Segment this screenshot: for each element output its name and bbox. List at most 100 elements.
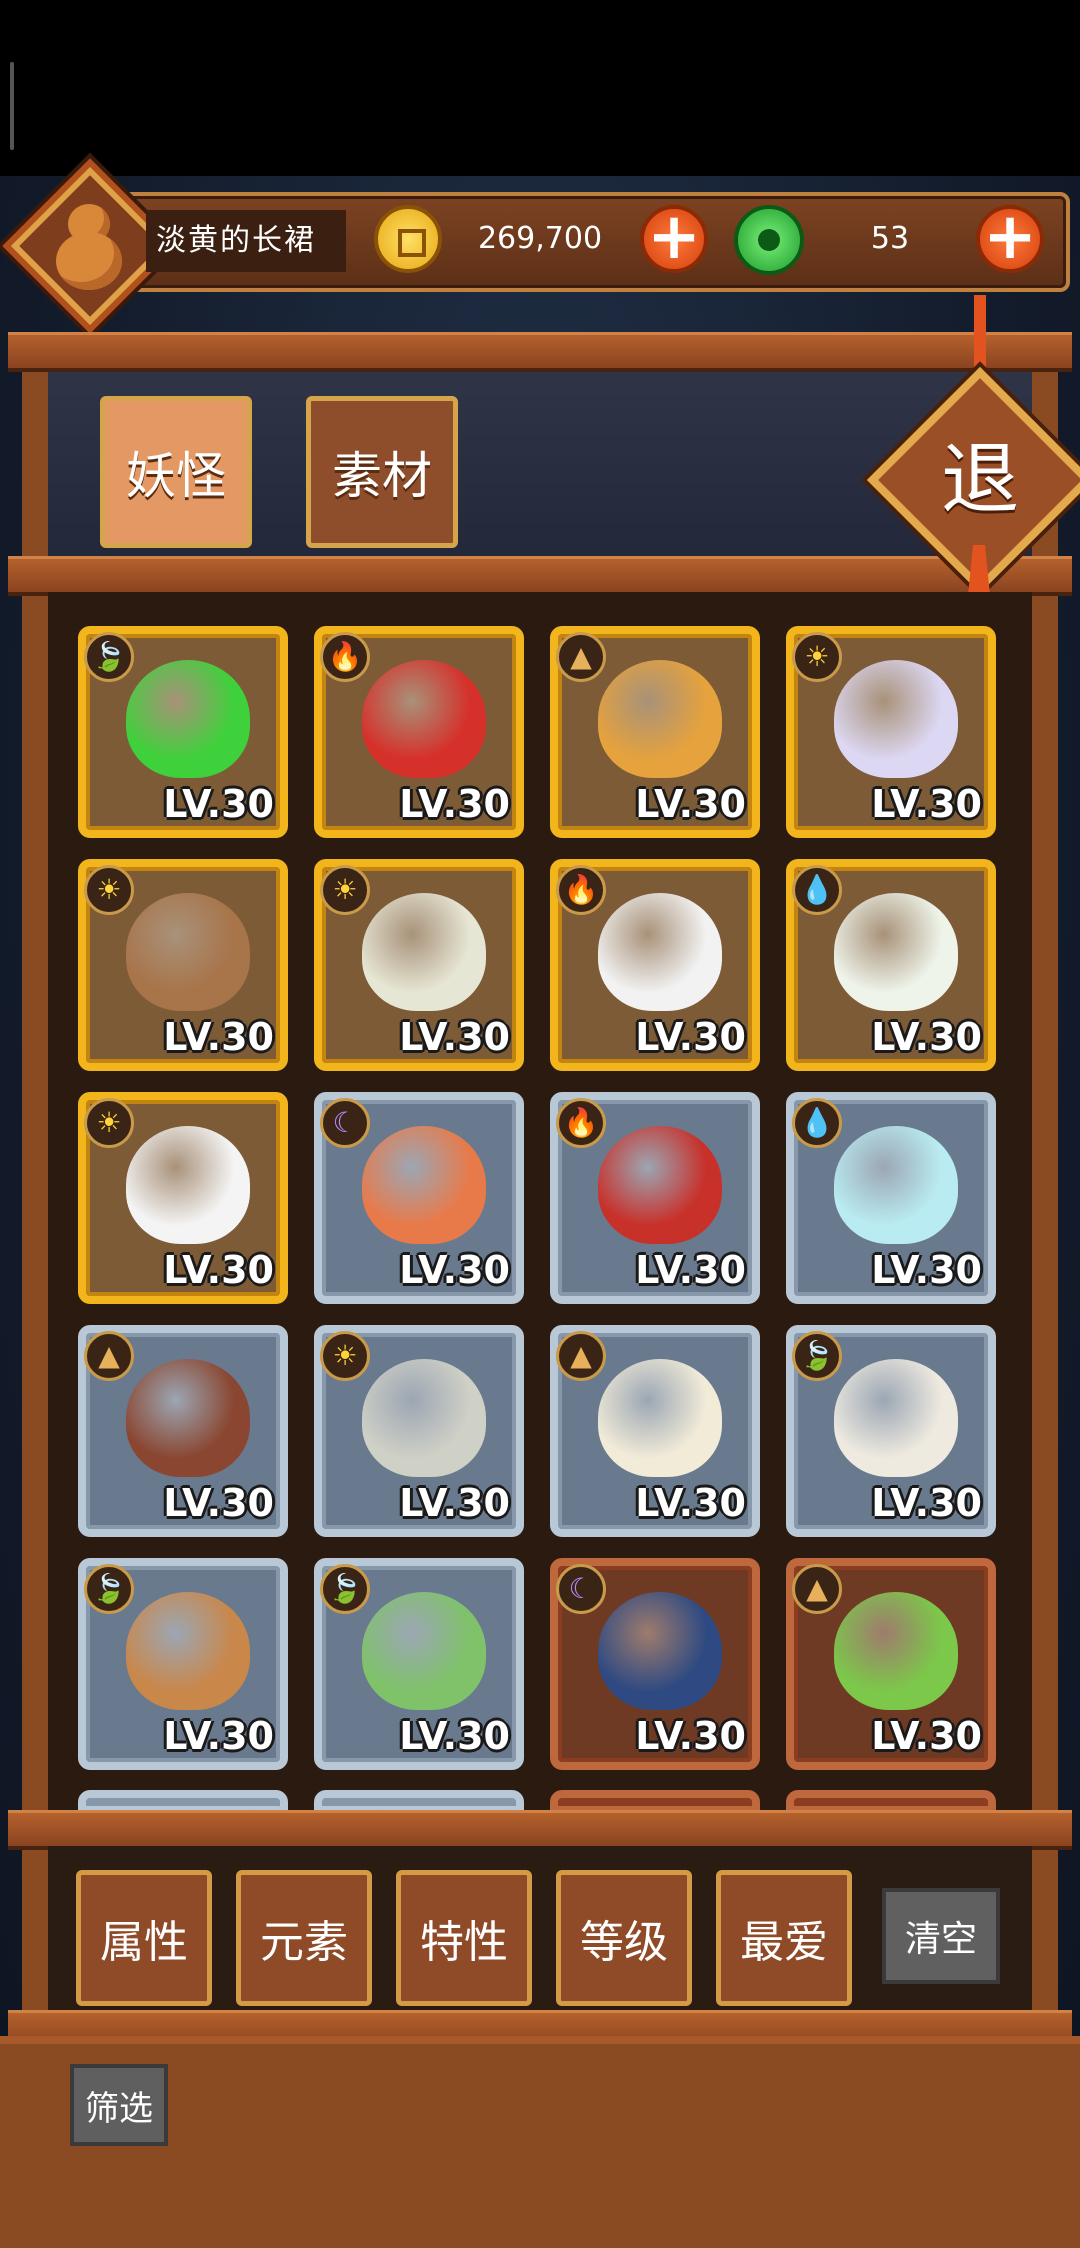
- clear-filters-button[interactable]: 清空: [882, 1888, 1000, 1984]
- sun-icon: ☀: [320, 1331, 370, 1381]
- monster-card[interactable]: 🔥 LV.30: [314, 626, 524, 838]
- moon-icon: ☾: [320, 1098, 370, 1148]
- monster-card[interactable]: ▲ LV.30: [550, 626, 760, 838]
- red-flame-monster: [598, 1126, 722, 1244]
- monster-card[interactable]: ☾ LV.30: [314, 1092, 524, 1304]
- monster-card[interactable]: ☀ LV.30: [314, 859, 524, 1071]
- leaf-icon: 🍃: [84, 632, 134, 682]
- water-icon: 💧: [792, 865, 842, 915]
- earth-icon: ▲: [792, 1564, 842, 1614]
- filter-trait-button[interactable]: 特性: [396, 1870, 532, 2006]
- gem-amount: 53: [870, 221, 910, 256]
- player-name: 淡黄的长裙: [146, 210, 346, 272]
- monster-card[interactable]: 🍃 LV.30: [78, 626, 288, 838]
- monster-level: LV.30: [635, 782, 746, 826]
- monster-level: LV.30: [399, 1714, 510, 1758]
- status-bar: [0, 0, 1080, 176]
- monster-card[interactable]: ▲ LV.30: [786, 1558, 996, 1770]
- fire-icon: 🔥: [556, 865, 606, 915]
- sun-icon: ☀: [84, 865, 134, 915]
- lotus-baby-monster: [834, 893, 958, 1011]
- jade-gem-icon: [734, 205, 804, 275]
- add-gem-button[interactable]: +: [976, 205, 1044, 273]
- filter-attribute-button[interactable]: 属性: [76, 1870, 212, 2006]
- tab-materials[interactable]: 素材: [306, 396, 458, 548]
- monster-level: LV.30: [635, 1248, 746, 1292]
- cabinet-tab-beam: [8, 556, 1072, 596]
- monster-card[interactable]: ▲ LV.30: [78, 1325, 288, 1537]
- monster-level: LV.30: [871, 1481, 982, 1525]
- monster-level: LV.30: [163, 1481, 274, 1525]
- sushi-monster: [362, 1126, 486, 1244]
- monster-card[interactable]: 🍃 LV.30: [786, 1325, 996, 1537]
- cabinet-filter-beam: [8, 1810, 1072, 1850]
- gold-star-monster: [598, 660, 722, 778]
- monster-level: LV.30: [399, 1248, 510, 1292]
- monster-card[interactable]: ☾ LV.30: [550, 1558, 760, 1770]
- tab-monsters[interactable]: 妖怪: [100, 396, 252, 548]
- paper-box-monster: [598, 1359, 722, 1477]
- leaf-icon: 🍃: [84, 1564, 134, 1614]
- monster-level: LV.30: [163, 782, 274, 826]
- filter-level-button[interactable]: 等级: [556, 1870, 692, 2006]
- leaf-icon: 🍃: [320, 1564, 370, 1614]
- monster-card[interactable]: ☀ LV.30: [78, 859, 288, 1071]
- milk-tea-monster: [362, 893, 486, 1011]
- screen-filter-button[interactable]: 筛选: [70, 2064, 168, 2146]
- monster-card[interactable]: ☀ LV.30: [786, 626, 996, 838]
- wooden-horse-monster: [834, 1359, 958, 1477]
- monster-level: LV.30: [399, 782, 510, 826]
- earth-icon: ▲: [84, 1331, 134, 1381]
- monster-card[interactable]: 💧 LV.30: [786, 1092, 996, 1304]
- earth-icon: ▲: [556, 632, 606, 682]
- monster-card[interactable]: 🍃 LV.30: [314, 1558, 524, 1770]
- fire-icon: 🔥: [556, 1098, 606, 1148]
- sun-icon: ☀: [792, 632, 842, 682]
- gourd-icon-base: [56, 232, 122, 290]
- cabinet-top-beam: [8, 332, 1072, 372]
- status-indicator: [10, 62, 14, 150]
- monster-level: LV.30: [871, 1248, 982, 1292]
- green-star-monster: [126, 660, 250, 778]
- monster-card[interactable]: ▲ LV.30: [550, 1325, 760, 1537]
- ramen-bowl-monster: [834, 1592, 958, 1710]
- stone-hippo-monster: [362, 1359, 486, 1477]
- sprout-root-monster: [126, 1592, 250, 1710]
- monster-level: LV.30: [871, 1714, 982, 1758]
- gold-coin-icon: [374, 205, 442, 273]
- white-cat-monster: [598, 893, 722, 1011]
- monster-level: LV.30: [871, 782, 982, 826]
- swallow-monster: [598, 1592, 722, 1710]
- red-lantern-monster: [362, 660, 486, 778]
- sun-icon: ☀: [320, 865, 370, 915]
- exit-label: 退: [940, 435, 1019, 525]
- cloud-fairy-monster: [834, 660, 958, 778]
- moon-icon: ☾: [556, 1564, 606, 1614]
- gold-amount: 269,700: [477, 221, 603, 256]
- monster-card[interactable]: 🔥 LV.30: [550, 1092, 760, 1304]
- monster-level: LV.30: [163, 1714, 274, 1758]
- monster-level: LV.30: [635, 1481, 746, 1525]
- monster-level: LV.30: [163, 1015, 274, 1059]
- monster-card[interactable]: ☀ LV.30: [314, 1325, 524, 1537]
- filter-favorite-button[interactable]: 最爱: [716, 1870, 852, 2006]
- fire-icon: 🔥: [320, 632, 370, 682]
- filter-element-button[interactable]: 元素: [236, 1870, 372, 2006]
- monster-level: LV.30: [635, 1714, 746, 1758]
- sun-icon: ☀: [84, 1098, 134, 1148]
- monster-card[interactable]: 💧 LV.30: [786, 859, 996, 1071]
- monster-card[interactable]: 🍃 LV.30: [78, 1558, 288, 1770]
- monster-card[interactable]: 🔥 LV.30: [550, 859, 760, 1071]
- coconut-monster: [126, 893, 250, 1011]
- ghost-flower-monster: [834, 1126, 958, 1244]
- monster-level: LV.30: [399, 1481, 510, 1525]
- leaf-icon: 🍃: [792, 1331, 842, 1381]
- monster-card[interactable]: ☀ LV.30: [78, 1092, 288, 1304]
- earth-icon: ▲: [556, 1331, 606, 1381]
- leaf-girl-monster: [362, 1592, 486, 1710]
- bell-monster: [126, 1359, 250, 1477]
- monster-level: LV.30: [635, 1015, 746, 1059]
- monster-level: LV.30: [399, 1015, 510, 1059]
- water-icon: 💧: [792, 1098, 842, 1148]
- add-gold-button[interactable]: +: [640, 205, 708, 273]
